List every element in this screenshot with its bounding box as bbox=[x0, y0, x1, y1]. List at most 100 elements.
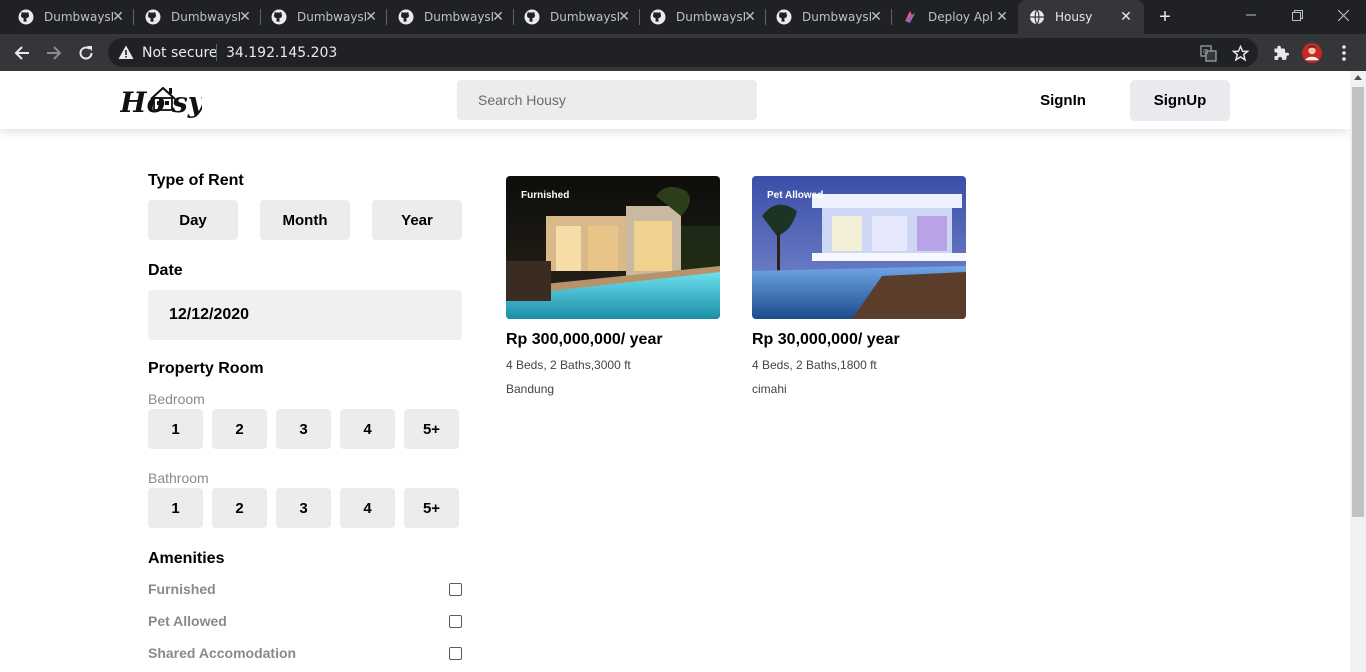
new-tab-button[interactable]: + bbox=[1154, 6, 1176, 28]
svg-text:sy: sy bbox=[171, 86, 202, 119]
tab-close-icon[interactable]: ✕ bbox=[868, 9, 884, 25]
forward-icon[interactable] bbox=[42, 41, 66, 65]
minimize-icon[interactable] bbox=[1228, 0, 1274, 30]
globe-icon bbox=[1029, 9, 1045, 25]
deploy-icon bbox=[902, 9, 918, 25]
listing-photo[interactable]: Pet Allowed bbox=[752, 176, 966, 319]
browser-tab-strip: DumbwaysI ✕ DumbwaysI ✕ DumbwaysI ✕ Dumb… bbox=[0, 0, 1366, 34]
signup-button[interactable]: SignUp bbox=[1130, 80, 1230, 121]
tab-label: DumbwaysI bbox=[297, 10, 368, 24]
github-icon bbox=[398, 9, 414, 25]
date-field[interactable]: 12/12/2020 bbox=[148, 290, 462, 340]
amenity-pet-allowed-checkbox[interactable] bbox=[449, 615, 462, 628]
omnibox-divider bbox=[216, 44, 217, 61]
warning-icon[interactable] bbox=[118, 45, 134, 65]
tab-close-icon[interactable]: ✕ bbox=[616, 9, 632, 25]
tab-label: Deploy Apl bbox=[928, 10, 993, 24]
tab-close-icon[interactable]: ✕ bbox=[110, 9, 126, 25]
tab-close-icon[interactable]: ✕ bbox=[490, 9, 506, 25]
amenity-furnished-checkbox[interactable] bbox=[449, 583, 462, 596]
site-header: Ho sy SignIn SignUp bbox=[0, 71, 1350, 129]
browser-tab[interactable]: DumbwaysI ✕ bbox=[758, 0, 892, 34]
scroll-up-arrow-icon[interactable] bbox=[1354, 75, 1362, 80]
back-icon[interactable] bbox=[10, 41, 34, 65]
tab-close-icon[interactable]: ✕ bbox=[1118, 9, 1134, 25]
bathroom-option-3[interactable]: 3 bbox=[276, 488, 331, 528]
close-window-icon[interactable] bbox=[1320, 0, 1366, 30]
url-text[interactable]: 34.192.145.203 bbox=[226, 45, 337, 61]
security-label[interactable]: Not secure bbox=[142, 45, 218, 61]
listing-specs: 4 Beds, 2 Baths,3000 ft bbox=[506, 358, 631, 372]
amenity-furnished-label: Furnished bbox=[148, 581, 216, 597]
github-icon bbox=[18, 9, 34, 25]
bathroom-option-5plus[interactable]: 5+ bbox=[404, 488, 459, 528]
profile-avatar[interactable] bbox=[1302, 43, 1322, 63]
tab-label: DumbwaysI bbox=[424, 10, 495, 24]
github-icon bbox=[650, 9, 666, 25]
search-input[interactable] bbox=[457, 80, 757, 120]
github-icon bbox=[271, 9, 287, 25]
reload-icon[interactable] bbox=[74, 41, 98, 65]
property-room-heading: Property Room bbox=[148, 360, 264, 377]
scrollbar-thumb[interactable] bbox=[1352, 87, 1364, 517]
tab-label: DumbwaysI bbox=[171, 10, 242, 24]
page-scrollbar[interactable] bbox=[1350, 71, 1366, 672]
rent-day-button[interactable]: Day bbox=[148, 200, 238, 240]
tab-label: DumbwaysI bbox=[802, 10, 873, 24]
listing-badge: Furnished bbox=[521, 190, 570, 201]
browser-tab[interactable]: DumbwaysI ✕ bbox=[632, 0, 766, 34]
github-icon bbox=[145, 9, 161, 25]
listing-city: Bandung bbox=[506, 382, 555, 396]
bedroom-option-3[interactable]: 3 bbox=[276, 409, 331, 449]
web-page: Ho sy SignIn SignUp Type of Rent Day Mon… bbox=[0, 71, 1350, 672]
tab-label: DumbwaysI bbox=[44, 10, 115, 24]
bedroom-label: Bedroom bbox=[148, 391, 205, 407]
listing-photo[interactable]: Furnished bbox=[506, 176, 720, 319]
menu-icon[interactable] bbox=[1334, 43, 1354, 63]
bedroom-option-4[interactable]: 4 bbox=[340, 409, 395, 449]
browser-tab[interactable]: DumbwaysI ✕ bbox=[506, 0, 640, 34]
translate-icon[interactable]: G bbox=[1198, 43, 1218, 63]
star-icon[interactable] bbox=[1230, 43, 1250, 63]
extensions-icon[interactable] bbox=[1270, 43, 1290, 63]
tab-close-icon[interactable]: ✕ bbox=[994, 9, 1010, 25]
date-heading: Date bbox=[148, 262, 183, 279]
browser-toolbar: Not secure 34.192.145.203 G bbox=[0, 34, 1366, 71]
browser-tab[interactable]: DumbwaysI ✕ bbox=[0, 0, 134, 34]
browser-tab[interactable]: DumbwaysI ✕ bbox=[253, 0, 387, 34]
listing-city: cimahi bbox=[752, 382, 787, 396]
rent-month-button[interactable]: Month bbox=[260, 200, 350, 240]
bedroom-option-5plus[interactable]: 5+ bbox=[404, 409, 459, 449]
bathroom-option-4[interactable]: 4 bbox=[340, 488, 395, 528]
signin-button[interactable]: SignIn bbox=[1027, 80, 1099, 121]
bedroom-option-1[interactable]: 1 bbox=[148, 409, 203, 449]
tab-close-icon[interactable]: ✕ bbox=[363, 9, 379, 25]
tab-close-icon[interactable]: ✕ bbox=[742, 9, 758, 25]
bathroom-option-1[interactable]: 1 bbox=[148, 488, 203, 528]
bathroom-option-2[interactable]: 2 bbox=[212, 488, 267, 528]
bedroom-option-2[interactable]: 2 bbox=[212, 409, 267, 449]
address-bar[interactable]: Not secure 34.192.145.203 bbox=[108, 38, 1258, 67]
housy-logo[interactable]: Ho sy bbox=[119, 79, 206, 119]
listing-badge: Pet Allowed bbox=[767, 190, 824, 201]
github-icon bbox=[524, 9, 540, 25]
github-icon bbox=[776, 9, 792, 25]
amenity-shared-label: Shared Accomodation bbox=[148, 645, 297, 661]
amenities-heading: Amenities bbox=[148, 550, 225, 567]
rent-year-button[interactable]: Year bbox=[372, 200, 462, 240]
browser-tab[interactable]: DumbwaysI ✕ bbox=[380, 0, 514, 34]
type-of-rent-heading: Type of Rent bbox=[148, 172, 244, 189]
browser-tab-active[interactable]: Housy ✕ bbox=[1018, 0, 1144, 34]
listing-specs: 4 Beds, 2 Baths,1800 ft bbox=[752, 358, 877, 372]
bathroom-label: Bathroom bbox=[148, 470, 209, 486]
browser-tab[interactable]: Deploy Apl ✕ bbox=[884, 0, 1018, 34]
tab-label: DumbwaysI bbox=[550, 10, 621, 24]
tab-label: DumbwaysI bbox=[676, 10, 747, 24]
svg-text:G: G bbox=[1203, 48, 1208, 56]
browser-tab[interactable]: DumbwaysI ✕ bbox=[127, 0, 261, 34]
listing-price: Rp 300,000,000/ year bbox=[506, 331, 663, 348]
amenity-shared-checkbox[interactable] bbox=[449, 647, 462, 660]
listing-price: Rp 30,000,000/ year bbox=[752, 331, 900, 348]
tab-close-icon[interactable]: ✕ bbox=[237, 9, 253, 25]
restore-icon[interactable] bbox=[1274, 0, 1320, 30]
